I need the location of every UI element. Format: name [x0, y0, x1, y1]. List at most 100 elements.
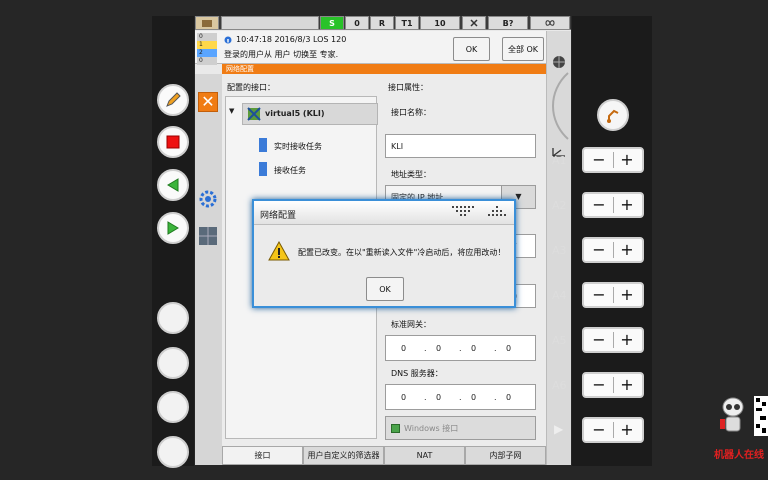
qr-code-icon: [754, 396, 768, 436]
addr-type-label: 地址类型：: [391, 170, 431, 179]
stop-button[interactable]: [157, 126, 189, 158]
edit-pencil-button[interactable]: [157, 84, 189, 116]
port-name-input[interactable]: KLI: [385, 134, 536, 158]
window-title-bar: 网络配置: [222, 64, 546, 74]
status-cell-increment[interactable]: [530, 16, 570, 30]
watermark-text: 机器人在线: [714, 450, 764, 461]
axis-label-a5: A5: [552, 334, 567, 347]
minus-icon[interactable]: −: [590, 241, 608, 259]
gear-icon[interactable]: [198, 189, 218, 209]
tab-internal-subnet[interactable]: 内部子网: [465, 446, 546, 465]
run-backward-button[interactable]: [157, 169, 189, 201]
warning-icon: [268, 241, 290, 261]
tab-nat[interactable]: NAT: [384, 446, 465, 465]
axis-label-a3: A3: [552, 244, 567, 257]
axis-a7-jog[interactable]: − +: [582, 417, 644, 443]
pencil-icon: [166, 92, 181, 107]
msg-count-ack: 0: [197, 33, 217, 41]
run-forward-button[interactable]: [157, 212, 189, 244]
dialog-title: 网络配置: [260, 211, 297, 221]
globe-icon[interactable]: [552, 55, 566, 69]
play-left-icon: [167, 178, 179, 192]
status-cell-override[interactable]: 10: [420, 16, 460, 30]
msg-count-info: 0: [197, 57, 217, 65]
robot-icon: [202, 20, 212, 27]
plus-icon[interactable]: +: [618, 151, 636, 169]
tree-item-receive-task[interactable]: 接收任务: [274, 165, 306, 176]
jog-mode-button[interactable]: [597, 99, 629, 131]
axis-a1-jog[interactable]: − +: [582, 147, 644, 173]
tab-interface[interactable]: 接口: [222, 446, 303, 465]
windows-port-toggle[interactable]: Windows 接口: [385, 416, 536, 440]
close-window-button[interactable]: ✕: [198, 92, 218, 112]
stop-icon: [166, 135, 180, 149]
softkey-3[interactable]: [157, 391, 189, 423]
minus-icon[interactable]: −: [590, 196, 608, 214]
axis-label-a2: A2: [552, 199, 567, 212]
softkey-4[interactable]: [157, 436, 189, 468]
dns-input[interactable]: 0. 0. 0. 0: [385, 384, 536, 410]
tree-root-label: virtual5 (KLI): [265, 109, 325, 118]
dns-label: DNS 服务器：: [391, 369, 443, 378]
plus-icon[interactable]: +: [618, 376, 636, 394]
axis-label-a1: A1: [552, 154, 567, 167]
axis-a2-jog[interactable]: − +: [582, 192, 644, 218]
config-changed-dialog: 网络配置 配置已改变。在以"重新读入文件"冷启动后，将应用改动！ OK: [252, 199, 516, 308]
status-cell-submit[interactable]: S: [320, 16, 344, 30]
axis-a6-jog[interactable]: − +: [582, 372, 644, 398]
status-cell-tool[interactable]: [462, 16, 486, 30]
info-icon: [224, 36, 232, 44]
axis-label-a4: A4: [552, 289, 567, 302]
windows-port-label: Windows 接口: [404, 423, 459, 433]
dialog-ok-button[interactable]: OK: [366, 277, 404, 301]
gateway-input[interactable]: 0. 0. 0. 0: [385, 335, 536, 361]
message-text: 登录的用户从 用户 切换至 专家.: [224, 50, 339, 59]
status-cell-robot[interactable]: [195, 16, 219, 30]
config-tabs: 接口 用户自定义的筛选器 NAT 内部子网: [222, 446, 546, 465]
plus-icon[interactable]: +: [618, 241, 636, 259]
task-icon: [259, 162, 267, 176]
dialog-title-bar: 网络配置: [254, 201, 514, 225]
tree-item-virtual5[interactable]: virtual5 (KLI): [242, 103, 378, 125]
axis-a3-jog[interactable]: − +: [582, 237, 644, 263]
axis-a5-jog[interactable]: − +: [582, 327, 644, 353]
checkbox-icon[interactable]: [391, 423, 400, 433]
tab-user-filter[interactable]: 用户自定义的筛选器: [303, 446, 384, 465]
minus-icon[interactable]: −: [590, 376, 608, 394]
message-bar: 0 1 2 0 10:47:18 2016/8/3 LOS 120 登录的用户从…: [195, 31, 571, 65]
status-cell-progress: [221, 16, 319, 30]
plus-icon[interactable]: +: [618, 331, 636, 349]
message-all-ok-button[interactable]: 全部 OK: [502, 37, 544, 61]
status-cell-base[interactable]: B?: [488, 16, 528, 30]
network-port-icon: [247, 107, 261, 121]
port-name-label: 接口名称：: [391, 108, 431, 117]
plus-icon[interactable]: +: [618, 286, 636, 304]
message-ok-button[interactable]: OK: [453, 37, 490, 61]
status-cell-drives[interactable]: 0: [345, 16, 369, 30]
minus-icon[interactable]: −: [590, 286, 608, 304]
minus-icon[interactable]: −: [590, 151, 608, 169]
softkey-2[interactable]: [157, 347, 189, 379]
gateway-label: 标准网关：: [391, 320, 431, 329]
infinity-icon: [545, 20, 555, 26]
plus-icon[interactable]: +: [618, 421, 636, 439]
softkey-1[interactable]: [157, 302, 189, 334]
tree-expand-icon[interactable]: ▼: [229, 107, 234, 115]
msg-count-wait: 2: [197, 49, 217, 57]
axis-page-arrow-icon[interactable]: ▶: [554, 422, 563, 436]
dialog-message: 配置已改变。在以"重新读入文件"冷启动后，将应用改动！: [298, 248, 506, 257]
status-cell-op-mode[interactable]: T1: [395, 16, 419, 30]
task-icon: [259, 138, 267, 152]
robot-mascot-icon: [720, 397, 744, 432]
grid-tool-icon[interactable]: [198, 226, 218, 246]
robot-arm-icon: [607, 109, 619, 123]
plus-icon[interactable]: +: [618, 196, 636, 214]
minus-icon[interactable]: −: [590, 421, 608, 439]
status-cell-run-mode[interactable]: R: [370, 16, 394, 30]
axis-label-a6: A6: [552, 379, 567, 392]
jog-arc-icon: [552, 72, 569, 140]
axis-a4-jog[interactable]: − +: [582, 282, 644, 308]
pattern-icon: [452, 206, 506, 216]
minus-icon[interactable]: −: [590, 331, 608, 349]
tree-item-realtime-task[interactable]: 实时接收任务: [274, 141, 322, 152]
